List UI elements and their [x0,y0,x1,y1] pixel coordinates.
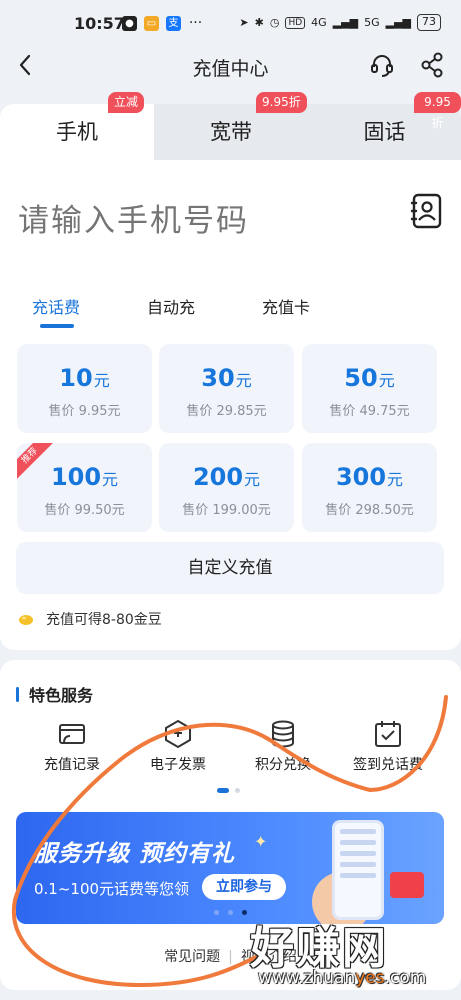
gold-bean-icon [19,615,33,625]
discount-tag: 立减 [108,92,145,113]
chevron-left-icon [19,54,31,76]
network-4g: 4G [311,16,327,29]
pager-dot[interactable] [214,910,219,915]
service-recharge-history[interactable]: 充值记录 [22,718,122,774]
notes-app-icon: ▭ [144,16,159,31]
services-pager [217,788,240,793]
card-icon [59,724,85,744]
recharge-card: 手机 立减 宽带 9.95折 固话 9.95折 充话费 自动充 充值卡 10元 … [0,92,461,650]
network-5g: 5G [364,16,380,29]
pager-dot[interactable] [235,788,240,793]
battery-indicator: 73 [417,14,441,31]
back-button[interactable] [14,50,40,80]
contacts-icon [410,193,442,229]
amount-value: 100元 [50,463,119,491]
pager-dot-active [217,788,229,793]
tab-auto-recharge[interactable]: 自动充 [147,294,195,318]
amount-option-50[interactable]: 50元 售价 49.75元 [302,344,437,433]
amount-price: 售价 199.00元 [182,503,271,518]
sparkle-icon: ✦ [254,832,268,851]
amount-option-10[interactable]: 10元 售价 9.95元 [17,344,152,433]
active-tab-indicator [40,324,74,328]
alipay-app-icon: 支 [166,16,181,31]
pager-dot[interactable] [228,910,233,915]
status-icons: ➤ ✱ ◷ HD 4G ▂▄▆ 5G ▂▄▆ 73 [239,14,441,31]
tab-label: 手机 [56,120,98,144]
recharge-type-tabs: 充话费 自动充 充值卡 [0,294,461,334]
tab-recharge-card[interactable]: 充值卡 [262,294,310,318]
discount-tag: 9.95折 [414,92,461,130]
discount-tag: 9.95折 [256,92,307,113]
tab-label: 宽带 [210,120,252,144]
link-separator: | [228,949,233,965]
amount-option-100[interactable]: 推荐 100元 售价 99.50元 [17,443,152,532]
alarm-icon: ◷ [269,16,280,29]
custom-recharge-button[interactable]: 自定义充值 [16,542,444,594]
amount-option-300[interactable]: 300元 售价 298.50元 [302,443,437,532]
banner-pager [214,910,247,915]
service-checkin-credit[interactable]: 签到兑话费 [338,718,438,774]
faq-link[interactable]: 常见问题 [164,949,220,965]
tab-topup[interactable]: 充话费 [32,294,80,318]
headset-icon [371,55,393,77]
tab-phone[interactable]: 手机 立减 [0,92,154,160]
phone-illustration [332,820,384,920]
amount-price: 售价 298.50元 [325,503,414,518]
amount-price: 售价 29.85元 [186,404,267,419]
amount-price: 售价 49.75元 [329,404,410,419]
qq-app-icon: ● [122,16,137,31]
contacts-button[interactable] [409,192,443,230]
signal-icon: ▂▄▆ [332,16,359,29]
customer-service-button[interactable] [367,50,397,80]
amount-value: 300元 [335,463,404,491]
bean-note-text: 充值可得8-80金豆 [46,612,162,628]
amount-value: 50元 [344,364,395,392]
amount-option-30[interactable]: 30元 售价 29.85元 [159,344,294,433]
amount-value: 30元 [201,364,252,392]
signal-icon: ▂▄▆ [385,16,411,29]
join-now-button[interactable]: 立即参与 [202,874,286,900]
navbar: 充值中心 [0,46,461,88]
tab-landline[interactable]: 固话 9.95折 [308,92,461,160]
video-intro-link[interactable]: 视频介绍 [241,949,297,965]
amount-price: 售价 9.95元 [48,404,121,419]
invoice-icon [165,719,191,749]
pager-dot-active [242,910,247,915]
red-envelope-illustration [390,872,424,898]
amount-option-200[interactable]: 200元 售价 199.00元 [159,443,294,532]
tab-label: 固话 [363,120,406,144]
service-label: 签到兑话费 [353,757,423,773]
coins-icon [272,720,294,748]
tab-broadband[interactable]: 宽带 9.95折 [154,92,308,160]
service-points-exchange[interactable]: 积分兑换 [233,718,333,774]
status-bar: 10:57 ● ▭ 支 ··· ➤ ✱ ◷ HD 4G ▂▄▆ 5G ▂▄▆ 7… [0,0,461,46]
share-icon [421,52,443,78]
featured-services-card: 特色服务 充值记录 电子发票 积分兑换 签到兑话费 服务升级 预约有礼 ✦ 0.… [0,660,461,990]
footer-links: 常见问题 | 视频介绍 [0,946,461,966]
service-label: 电子发票 [150,757,206,773]
more-dots-icon: ··· [188,15,203,31]
bluetooth-icon: ✱ [254,16,264,29]
hd-badge: HD [285,16,306,29]
clock: 10:57 [74,14,125,33]
phone-number-input[interactable] [18,196,398,246]
gold-bean-note: 充值可得8-80金豆 [18,609,162,629]
service-label: 积分兑换 [255,757,311,773]
banner-subtitle: 0.1~100元话费等您领 [34,880,190,898]
promo-banner[interactable]: 服务升级 预约有礼 ✦ 0.1~100元话费等您领 立即参与 [16,812,444,924]
section-title: 特色服务 [16,682,93,706]
amount-value: 200元 [192,463,261,491]
service-e-invoice[interactable]: 电子发票 [128,718,228,774]
service-label: 充值记录 [44,757,100,773]
location-icon: ➤ [239,16,249,29]
calendar-check-icon [375,721,401,747]
banner-headline: 服务升级 预约有礼 [34,841,236,867]
amount-price: 售价 99.50元 [44,503,125,518]
share-button[interactable] [417,50,447,80]
amount-value: 10元 [59,364,110,392]
category-tabs: 手机 立减 宽带 9.95折 固话 9.95折 [0,92,461,160]
title-accent-bar [16,686,19,702]
